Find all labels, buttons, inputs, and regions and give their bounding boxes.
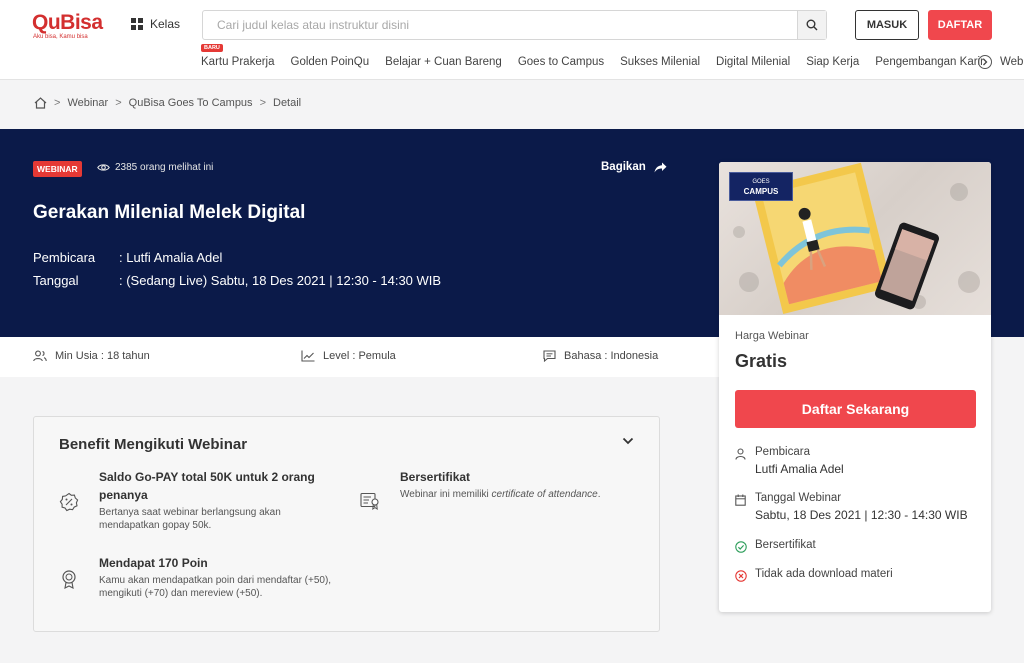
benefit-item-certificate: Bersertifikat Webinar ini memiliki certi… [360, 468, 640, 510]
nav-scroll-right-button[interactable] [978, 55, 992, 69]
users-icon [33, 350, 47, 362]
medal-icon [62, 570, 76, 589]
badge-goes-text: GOES [752, 179, 770, 185]
breadcrumb-detail: Detail [273, 97, 302, 109]
register-button[interactable]: DAFTAR [928, 10, 992, 40]
badge-campus-text: CAMPUS [743, 187, 779, 196]
speaker-value: : Lutfi Amalia Adel [119, 250, 223, 265]
grid-icon [131, 18, 143, 30]
cross-circle-icon [735, 570, 747, 582]
language-text: Bahasa : Indonesia [564, 350, 659, 362]
benefit-item-gopay: Saldo Go-PAY total 50K untuk 2 orang pen… [59, 468, 339, 532]
nav-web[interactable]: Web [1000, 56, 1023, 68]
benefit-gopay-desc: Bertanya saat webinar berlangsung akan m… [99, 507, 281, 531]
speaker-label: Pembicara [33, 250, 96, 265]
webinar-tag: WEBINAR [33, 161, 82, 177]
search-icon [806, 19, 818, 31]
breadcrumb-separator: > [115, 97, 122, 109]
nav-kartu-prakerja[interactable]: BARU Kartu Prakerja [201, 44, 275, 68]
user-icon [735, 448, 746, 460]
benefit-certificate-title: Bersertifikat [400, 470, 471, 484]
view-count-text: 2385 orang melihat ini [115, 162, 214, 173]
badge-discount-icon [59, 492, 79, 512]
breadcrumb-separator: > [259, 97, 266, 109]
calendar-icon [735, 494, 746, 506]
breadcrumb-separator: > [54, 97, 61, 109]
hero-speaker-row: Pembicara : Lutfi Amalia Adel [33, 250, 222, 265]
register-now-button[interactable]: Daftar Sekarang [735, 390, 976, 428]
chart-line-icon [301, 350, 315, 362]
webinar-title: Gerakan Milenial Melek Digital [33, 202, 306, 223]
chat-icon [543, 350, 556, 362]
breadcrumb-goes-to-campus[interactable]: QuBisa Goes To Campus [129, 97, 253, 109]
nav-siap-kerja[interactable]: Siap Kerja [806, 56, 859, 68]
kelas-menu-button[interactable]: Kelas [131, 17, 180, 31]
home-icon[interactable] [34, 97, 47, 109]
nav-sukses-milenial[interactable]: Sukses Milenial [620, 56, 700, 68]
top-header: QuBisa Aku bisa, Kamu bisa Kelas MASUK D… [0, 0, 1024, 80]
date-label: Tanggal [33, 273, 79, 288]
view-count: 2385 orang melihat ini [97, 162, 213, 173]
search-input[interactable] [203, 11, 797, 39]
side-speaker-row: Pembicara Lutfi Amalia Adel [735, 446, 844, 476]
language-info: Bahasa : Indonesia [543, 350, 658, 362]
search-button[interactable] [797, 11, 826, 39]
min-age-info: Min Usia : 18 tahun [33, 350, 150, 362]
min-age-text: Min Usia : 18 tahun [55, 350, 150, 362]
share-button[interactable]: Bagikan [601, 161, 667, 173]
nav-goes-to-campus[interactable]: Goes to Campus [518, 56, 604, 68]
price-label: Harga Webinar [735, 330, 809, 342]
benefit-gopay-title: Saldo Go-PAY total 50K untuk 2 orang pen… [99, 470, 315, 502]
new-badge: BARU [201, 44, 223, 52]
goes-to-campus-badge: GOES CAMPUS [729, 172, 793, 201]
nav-digital-milenial[interactable]: Digital Milenial [716, 56, 790, 68]
category-nav: BARU Kartu Prakerja Golden PoinQu Belaja… [201, 44, 1023, 68]
info-bar: Min Usia : 18 tahun Level : Pemula Bahas… [0, 337, 720, 377]
side-speaker-value: Lutfi Amalia Adel [755, 462, 844, 476]
nav-pengembangan-karir[interactable]: Pengembangan Karir [875, 56, 984, 68]
benefit-toggle-button[interactable] [622, 434, 634, 448]
benefit-points-title: Mendapat 170 Poin [99, 556, 208, 570]
logo-text: QuBisa [32, 11, 103, 34]
benefit-certificate-desc: Webinar ini memiliki certificate of atte… [400, 489, 601, 500]
registration-card: GOES CAMPUS Harga Webinar Gratis Daftar … [719, 162, 991, 612]
side-date-label: Tanggal Webinar [755, 492, 842, 504]
logo[interactable]: QuBisa Aku bisa, Kamu bisa [32, 11, 103, 41]
level-info: Level : Pemula [301, 350, 396, 362]
side-materials-row: Tidak ada download materi [735, 568, 893, 585]
side-materials-text: Tidak ada download materi [755, 568, 893, 580]
hero-date-row: Tanggal : (Sedang Live) Sabtu, 18 Des 20… [33, 273, 441, 288]
certificate-icon [360, 492, 379, 510]
check-circle-icon [735, 541, 747, 553]
share-label: Bagikan [601, 161, 646, 173]
nav-label: Kartu Prakerja [201, 56, 275, 68]
eye-icon [97, 164, 110, 171]
side-date-value: Sabtu, 18 Des 2021 | 12:30 - 14:30 WIB [755, 508, 968, 522]
webinar-thumbnail: GOES CAMPUS [719, 162, 991, 315]
chevron-down-icon [622, 437, 634, 445]
chevron-right-icon [983, 58, 988, 66]
nav-belajar-cuan[interactable]: Belajar + Cuan Bareng [385, 56, 502, 68]
benefit-points-desc: Kamu akan mendapatkan poin dari mendafta… [99, 575, 332, 599]
nav-golden-poinqu[interactable]: Golden PoinQu [291, 56, 370, 68]
side-certificate-row: Bersertifikat [735, 539, 816, 556]
side-speaker-label: Pembicara [755, 446, 810, 458]
login-button[interactable]: MASUK [855, 10, 919, 40]
level-text: Level : Pemula [323, 350, 396, 362]
side-certificate-text: Bersertifikat [755, 539, 816, 551]
price-value: Gratis [735, 351, 788, 371]
breadcrumb-webinar[interactable]: Webinar [67, 97, 108, 109]
side-date-row: Tanggal Webinar Sabtu, 18 Des 2021 | 12:… [735, 492, 968, 522]
benefit-title: Benefit Mengikuti Webinar [59, 436, 248, 453]
kelas-label: Kelas [150, 17, 181, 31]
search-bar [202, 10, 827, 40]
benefit-card: Benefit Mengikuti Webinar Saldo Go-PAY t… [33, 416, 660, 632]
benefit-item-points: Mendapat 170 Poin Kamu akan mendapatkan … [59, 554, 359, 600]
date-value: : (Sedang Live) Sabtu, 18 Des 2021 | 12:… [119, 273, 442, 288]
logo-tagline: Aku bisa, Kamu bisa [33, 34, 88, 40]
breadcrumb: > Webinar > QuBisa Goes To Campus > Deta… [34, 97, 301, 109]
share-icon [654, 162, 667, 172]
